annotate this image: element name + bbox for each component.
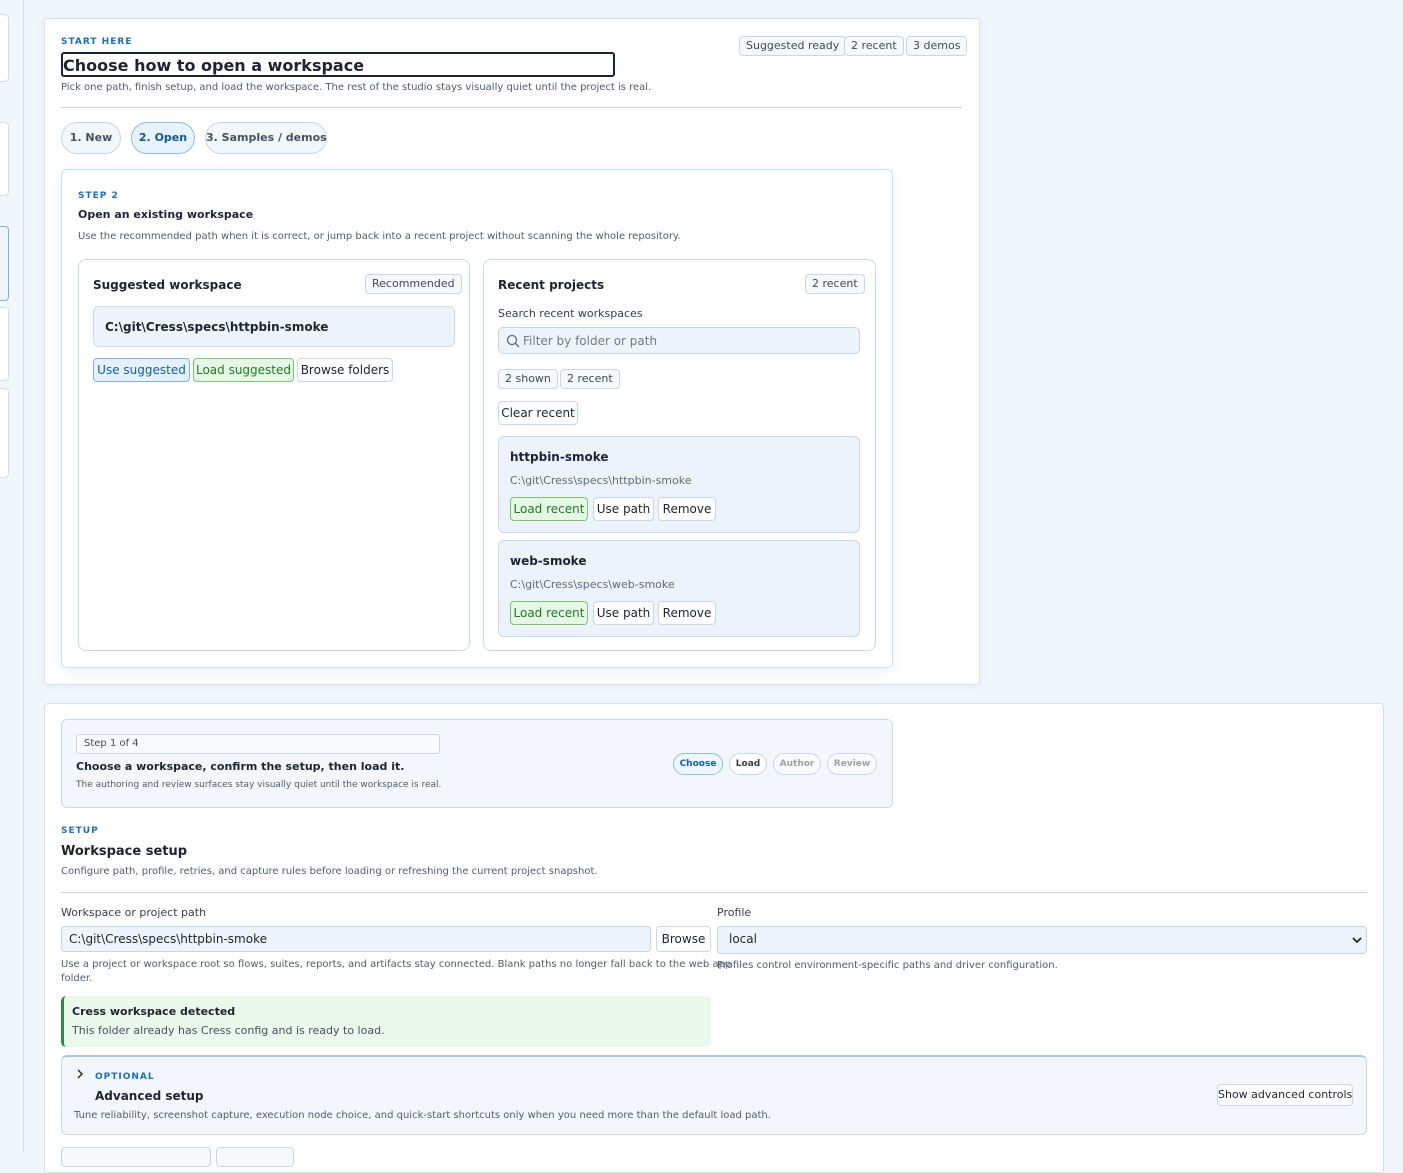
setup-title: Workspace setup: [61, 844, 188, 859]
start-subtitle: Pick one path, finish setup, and load th…: [61, 82, 652, 93]
recent-count-chip-2: 2 recent: [560, 369, 620, 389]
clear-recent-button[interactable]: Clear recent: [498, 401, 578, 425]
tab-new[interactable]: 1. New: [61, 122, 121, 154]
recent-item-path: C:\git\Cress\specs\web-smoke: [510, 578, 675, 591]
divider: [61, 107, 962, 108]
show-advanced-controls-button[interactable]: Show advanced controls: [1217, 1084, 1353, 1106]
search-label: Search recent workspaces: [498, 307, 643, 320]
suggested-ready-chip: Suggested ready: [739, 36, 847, 56]
remove-button[interactable]: Remove: [658, 497, 716, 521]
start-eyebrow: START HERE: [61, 37, 133, 47]
recent-item-name: web-smoke: [510, 554, 587, 568]
path-label: Workspace or project path: [61, 906, 207, 919]
recent-title: Recent projects: [498, 278, 605, 292]
profile-help: Profiles control environment-specific pa…: [717, 960, 1058, 971]
rail-card[interactable]: [0, 307, 9, 381]
tab-open[interactable]: 2. Open: [131, 122, 195, 154]
profile-label: Profile: [717, 906, 752, 919]
detected-text: This folder already has Cress config and…: [72, 1024, 385, 1037]
use-path-button[interactable]: Use path: [593, 601, 654, 625]
stepper-subtitle: The authoring and review surfaces stay v…: [76, 780, 442, 790]
recent-projects-panel: Recent projects 2 recent Search recent w…: [483, 259, 876, 651]
workspace-path-input[interactable]: C:\git\Cress\specs\httpbin-smoke: [61, 926, 651, 952]
step-subtitle: Use the recommended path when it is corr…: [78, 231, 681, 242]
search-icon: [506, 334, 520, 348]
load-recent-button[interactable]: Load recent: [510, 601, 588, 625]
divider: [61, 892, 1367, 893]
profile-selected-value: local: [729, 932, 757, 946]
rail-card[interactable]: [0, 122, 9, 196]
setup-card: Step 1 of 4 Choose a workspace, confirm …: [44, 703, 1384, 1173]
path-help: Use a project or workspace root so flows…: [61, 959, 732, 970]
suggested-title: Suggested workspace: [93, 278, 242, 292]
step-counter: Step 1 of 4: [76, 734, 440, 754]
shown-count-chip: 2 shown: [498, 369, 558, 389]
recent-item: httpbin-smoke C:\git\Cress\specs\httpbin…: [498, 436, 860, 533]
stepper-title: Choose a workspace, confirm the setup, t…: [76, 760, 405, 773]
step-review[interactable]: Review: [827, 753, 877, 775]
chevron-down-icon: [1352, 937, 1362, 944]
browse-button[interactable]: Browse: [656, 926, 711, 952]
recent-count-chip: 2 recent: [844, 36, 904, 56]
step-eyebrow: STEP 2: [78, 191, 119, 201]
step-author[interactable]: Author: [773, 753, 821, 775]
step-choose[interactable]: Choose: [673, 753, 723, 775]
use-path-button[interactable]: Use path: [593, 497, 654, 521]
remove-button[interactable]: Remove: [658, 601, 716, 625]
suggested-workspace-panel: Suggested workspace Recommended C:\git\C…: [78, 259, 470, 651]
path-help-continued: folder.: [61, 973, 93, 984]
use-suggested-button[interactable]: Use suggested: [93, 358, 190, 382]
step-load[interactable]: Load: [729, 753, 767, 775]
left-rail: [0, 0, 24, 1152]
load-recent-button[interactable]: Load recent: [510, 497, 588, 521]
recommended-badge: Recommended: [365, 274, 462, 294]
progress-stepper: Step 1 of 4 Choose a workspace, confirm …: [61, 719, 893, 808]
chevron-right-icon[interactable]: [76, 1069, 84, 1079]
rail-card[interactable]: [0, 388, 9, 478]
page-title: Choose how to open a workspace: [61, 52, 615, 77]
footer-button-partial[interactable]: [61, 1147, 211, 1167]
setup-eyebrow: SETUP: [61, 826, 99, 836]
recent-search-box: [498, 327, 860, 354]
step-title: Open an existing workspace: [78, 208, 254, 221]
workspace-detected-banner: Cress workspace detected This folder alr…: [61, 996, 711, 1047]
demos-count-chip: 3 demos: [906, 36, 968, 56]
detected-title: Cress workspace detected: [72, 1005, 236, 1018]
recent-item: web-smoke C:\git\Cress\specs\web-smoke L…: [498, 540, 860, 637]
rail-card-active[interactable]: [0, 226, 9, 301]
footer-button-partial[interactable]: [216, 1147, 294, 1167]
advanced-subtitle: Tune reliability, screenshot capture, ex…: [74, 1110, 771, 1121]
recent-search-input[interactable]: [521, 330, 851, 351]
step-2-card: STEP 2 Open an existing workspace Use th…: [61, 169, 893, 668]
rail-card[interactable]: [0, 14, 9, 82]
recent-item-path: C:\git\Cress\specs\httpbin-smoke: [510, 474, 692, 487]
advanced-eyebrow: OPTIONAL: [95, 1072, 155, 1082]
browse-folders-button[interactable]: Browse folders: [297, 358, 393, 382]
start-here-card: START HERE Choose how to open a workspac…: [44, 18, 980, 685]
suggested-path: C:\git\Cress\specs\httpbin-smoke: [93, 306, 455, 347]
profile-select[interactable]: local: [717, 926, 1367, 954]
recent-item-name: httpbin-smoke: [510, 450, 609, 464]
recent-badge: 2 recent: [805, 274, 865, 294]
tab-samples-demos[interactable]: 3. Samples / demos: [205, 122, 327, 154]
advanced-setup-section[interactable]: OPTIONAL Advanced setup Tune reliability…: [61, 1055, 1367, 1135]
advanced-title: Advanced setup: [95, 1089, 204, 1103]
load-suggested-button[interactable]: Load suggested: [193, 358, 294, 382]
setup-subtitle: Configure path, profile, retries, and ca…: [61, 866, 598, 877]
